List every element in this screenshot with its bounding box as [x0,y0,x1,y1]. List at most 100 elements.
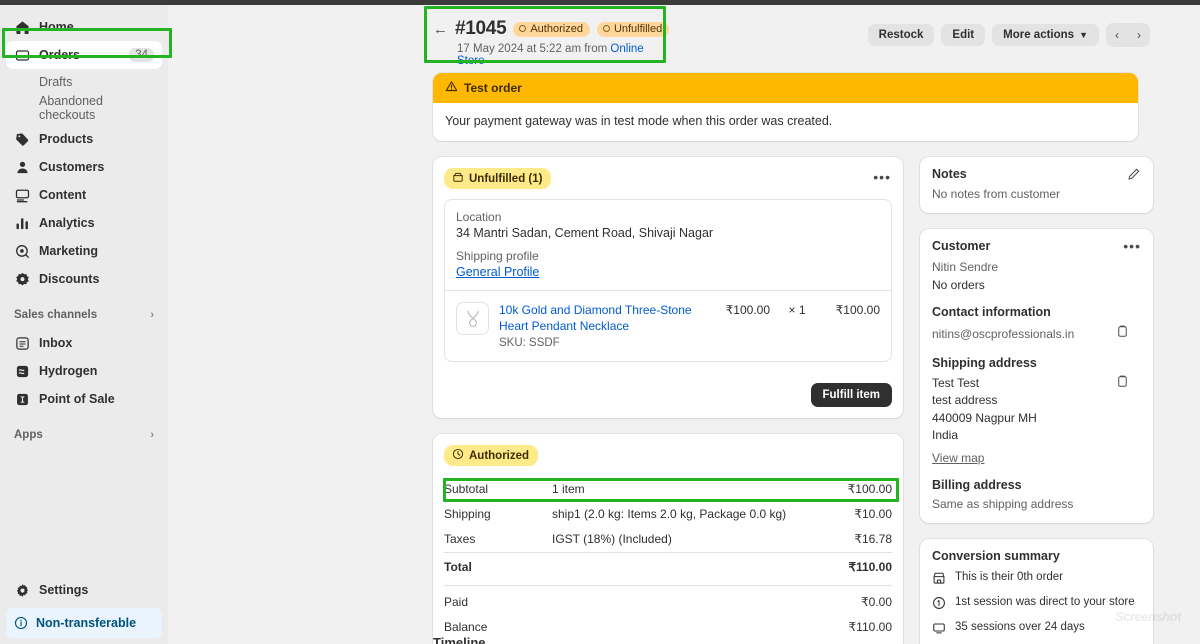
sidebar-section-sales-channels[interactable]: Sales channels › [6,301,162,329]
contact-information-title: Contact information [932,305,1141,319]
sidebar-item-label: Products [39,132,93,146]
clock-icon [452,448,464,463]
location-value: 34 Mantri Sadan, Cement Road, Shivaji Na… [456,226,880,240]
sidebar-item-analytics[interactable]: Analytics [6,209,162,237]
row-detail: 1 item [552,482,848,496]
row-label: Paid [444,595,552,609]
next-order-button[interactable]: › [1128,23,1150,47]
payment-card: Authorized Subtotal 1 item ₹100.00 Shipp… [433,434,903,644]
fulfillment-status-badge: Unfulfilled (1) [444,168,551,189]
sidebar-item-products[interactable]: Products [6,125,162,153]
customer-title: Customer [932,239,1141,253]
person-icon [14,159,30,175]
gear-icon [14,582,30,598]
line-item: 10k Gold and Diamond Three-Stone Heart P… [445,290,891,361]
inbox-icon [14,335,30,351]
sidebar-item-label: Orders [39,48,80,62]
sidebar-item-label: Inbox [39,336,72,350]
fulfillment-actions: Fulfill item [433,374,903,418]
fulfillment-status-label: Unfulfilled (1) [469,173,542,185]
payment-totals: Subtotal 1 item ₹100.00 Shipping ship1 (… [444,477,892,640]
totals-row-shipping: Shipping ship1 (2.0 kg: Items 2.0 kg, Pa… [444,502,892,527]
conversion-row: 35 sessions over 24 days [932,621,1141,638]
sidebar-item-settings[interactable]: Settings [6,576,162,604]
status-badge-label: Unfulfilled [614,23,662,35]
sidebar-item-customers[interactable]: Customers [6,153,162,181]
sidebar-item-label: Marketing [39,244,98,258]
line-item-info: 10k Gold and Diamond Three-Stone Heart P… [499,302,716,349]
sidebar-item-content[interactable]: Content [6,181,162,209]
right-column: Notes No notes from customer Customer ••… [920,157,1153,644]
fulfill-item-button[interactable]: Fulfill item [811,383,893,407]
order-meta: 17 May 2024 at 5:22 am from Online Store [433,43,655,67]
page-title: #1045 [455,18,506,40]
row-amount: ₹16.78 [854,532,892,546]
sidebar-item-label: Analytics [39,216,95,230]
edit-button[interactable]: Edit [941,24,985,46]
non-transferable-banner[interactable]: Non-transferable [6,608,162,638]
notes-title: Notes [932,167,1141,181]
row-detail: ship1 (2.0 kg: Items 2.0 kg, Package 0.0… [552,507,854,521]
product-title-link[interactable]: 10k Gold and Diamond Three-Stone Heart P… [499,302,716,334]
sidebar-item-marketing[interactable]: Marketing [6,237,162,265]
row-amount: ₹10.00 [854,507,892,521]
billing-address-value: Same as shipping address [932,497,1141,511]
orders-icon [14,47,30,63]
copy-icon[interactable] [1116,375,1129,393]
order-date-text: 17 May 2024 at 5:22 am from [457,43,610,55]
totals-row-taxes: Taxes IGST (18%) (Included) ₹16.78 [444,527,892,552]
sidebar-item-point-of-sale[interactable]: Point of Sale [6,385,162,413]
shipping-address-title: Shipping address [932,356,1141,370]
shipping-profile-label: Shipping profile [456,249,880,263]
sidebar-item-inbox[interactable]: Inbox [6,329,162,357]
row-label: Total [444,560,552,574]
shipping-profile-link[interactable]: General Profile [456,265,880,279]
page-header: ← #1045 Authorized Unfulfilled 17 May 20… [425,12,665,68]
main-area: ← #1045 Authorized Unfulfilled 17 May 20… [168,5,1200,644]
line-item-price: ₹100.00 [726,302,770,317]
customer-email-link[interactable]: nitins@oscprofessionals.in [932,327,1074,341]
customer-name-link[interactable]: Nitin Sendre [932,260,1141,274]
order-pager: ‹ › [1106,23,1150,47]
more-actions-button[interactable]: More actions ▼ [992,24,1099,46]
content-icon [14,187,30,203]
sidebar-item-label: Hydrogen [39,364,97,378]
sidebar-item-abandoned-checkouts[interactable]: Abandoned checkouts [6,95,162,121]
chevron-down-icon: ▼ [1079,30,1088,40]
row-detail: IGST (18%) (Included) [552,532,854,546]
totals-row-paid: Paid ₹0.00 [444,585,892,615]
previous-order-button[interactable]: ‹ [1106,23,1128,47]
status-dot-icon [519,25,526,32]
sidebar-section-apps[interactable]: Apps › [6,421,162,449]
pencil-icon[interactable] [1127,167,1141,186]
sidebar-item-drafts[interactable]: Drafts [6,69,162,95]
sidebar-item-label: Content [39,188,86,202]
conversion-summary-card: Conversion summary This is their 0th ord… [920,539,1153,644]
banner-body: Your payment gateway was in test mode wh… [433,103,1138,141]
home-icon [14,19,30,35]
restock-button[interactable]: Restock [868,24,935,46]
notes-card: Notes No notes from customer [920,157,1153,213]
banner-title: Test order [464,81,522,95]
shipping-address-block: Test Test test address 440009 Nagpur MH … [932,375,1141,445]
conversion-row-text: 1st session was direct to your store [955,596,1135,608]
sidebar-item-orders[interactable]: Orders 34 [6,41,162,69]
view-map-link[interactable]: View map [932,451,1141,465]
sidebar-item-home[interactable]: Home [6,13,162,41]
sidebar-item-discounts[interactable]: Discounts [6,265,162,293]
more-actions-label: More actions [1003,29,1074,41]
customer-more-menu[interactable]: ••• [1123,239,1141,253]
package-icon [452,171,464,186]
copy-icon[interactable] [1116,325,1129,343]
fulfillment-more-menu[interactable]: ••• [873,170,891,184]
test-order-banner: Test order Your payment gateway was in t… [433,73,1138,141]
sidebar-item-hydrogen[interactable]: Hydrogen [6,357,162,385]
chevron-right-icon: › [150,309,154,321]
shopify-admin-order-page: Home Orders 34 Drafts Abandoned checkout… [0,0,1200,644]
back-arrow-icon[interactable]: ← [433,22,448,37]
conversion-row: This is their 0th order [932,571,1141,588]
status-dot-icon [603,25,610,32]
line-item-total: ₹100.00 [824,302,880,317]
conversion-summary-title: Conversion summary [932,549,1141,563]
conversion-row-text: This is their 0th order [955,571,1063,583]
